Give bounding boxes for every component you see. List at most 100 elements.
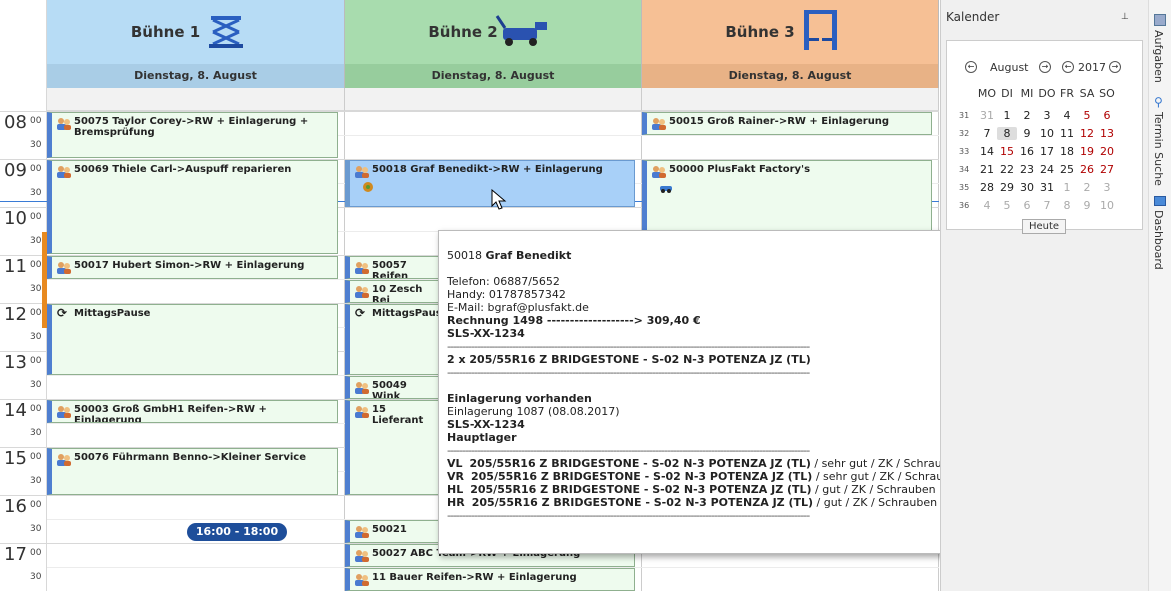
calendar-day[interactable]: 6: [1017, 199, 1037, 212]
appointment[interactable]: 50057 Reifen: [345, 256, 440, 279]
minute-label: 00: [30, 452, 42, 462]
column-header-buehne-3[interactable]: Bühne 3 Dienstag, 8. August: [642, 0, 939, 88]
minute-label: 00: [30, 308, 42, 318]
calendar-day[interactable]: 13: [1097, 127, 1117, 140]
half-hour-label: 30: [30, 428, 42, 438]
calendar-day[interactable]: 20: [1097, 145, 1117, 158]
appointment[interactable]: ⟳ MittagsPause: [47, 304, 338, 375]
calendar-day[interactable]: 10: [1097, 199, 1117, 212]
wheel-info: / gut / ZK / Schrauben: [811, 483, 936, 496]
tab-dashboard[interactable]: Dashboard: [1152, 210, 1165, 270]
search-icon: ⚲: [1154, 95, 1163, 109]
calendar-day[interactable]: 3: [1097, 181, 1117, 194]
person-icon: [651, 117, 666, 130]
column-date: Dienstag, 8. August: [47, 64, 344, 88]
calendar-day[interactable]: 24: [1037, 163, 1057, 176]
calendar-day[interactable]: 12: [1077, 127, 1097, 140]
calendar-day[interactable]: 10: [1037, 127, 1057, 140]
column-header-buehne-2[interactable]: Bühne 2 Dienstag, 8. August: [345, 0, 642, 88]
calendar-day[interactable]: 16: [1017, 145, 1037, 158]
wheel-tire: 205/55R16 Z BRIDGESTONE - S-02 N-3 POTEN…: [470, 483, 812, 496]
car-icon: [659, 183, 673, 193]
calendar-day[interactable]: 8: [1057, 199, 1077, 212]
calendar-day[interactable]: 19: [1077, 145, 1097, 158]
person-icon: [56, 261, 71, 274]
calendar-day[interactable]: 2: [1077, 181, 1097, 194]
appointment[interactable]: 50069 Thiele Carl->Auspuff reparieren: [47, 160, 338, 254]
calendar-day[interactable]: 4: [977, 199, 997, 212]
appointment[interactable]: 50075 Taylor Corey->RW + Einlagerung + B…: [47, 112, 338, 158]
appointment[interactable]: 10 Zesch Rei: [345, 280, 440, 303]
weekday-header: MO: [977, 87, 997, 100]
calendar-day[interactable]: 2: [1017, 109, 1037, 122]
person-icon: [354, 285, 369, 298]
calendar-panel-title: Kalender: [946, 10, 1000, 24]
wheel-tire: 205/55R16 Z BRIDGESTONE - S-02 N-3 POTEN…: [470, 470, 813, 483]
calendar-day[interactable]: 5: [997, 199, 1017, 212]
calendar-day[interactable]: 28: [977, 181, 997, 194]
calendar-day[interactable]: 6: [1097, 109, 1117, 122]
calendar-day[interactable]: 11: [1057, 127, 1077, 140]
person-icon: [354, 525, 369, 538]
prev-month-button[interactable]: ←: [965, 61, 977, 73]
today-button[interactable]: Heute: [1022, 219, 1066, 234]
next-year-button[interactable]: →: [1109, 61, 1121, 73]
calendar-day[interactable]: 18: [1057, 145, 1077, 158]
appointment[interactable]: 50076 Führmann Benno->Kleiner Service: [47, 448, 338, 495]
column-header-buehne-1[interactable]: Bühne 1 Dienstag, 8. August: [47, 0, 345, 88]
calendar-day[interactable]: 3: [1037, 109, 1057, 122]
calendar-day[interactable]: 5: [1077, 109, 1097, 122]
calendar-day[interactable]: 9: [1017, 127, 1037, 140]
calendar-day[interactable]: 25: [1057, 163, 1077, 176]
tab-aufgaben[interactable]: Aufgaben: [1152, 30, 1165, 83]
calendar-day[interactable]: 17: [1037, 145, 1057, 158]
appointment[interactable]: 50049 Wink: [345, 376, 440, 399]
calendar-day[interactable]: 22: [997, 163, 1017, 176]
appointment-text: 50076 Führmann Benno->Kleiner Service: [74, 452, 306, 463]
pin-icon[interactable]: ⊥: [1121, 12, 1129, 22]
week-number: 35: [959, 183, 970, 192]
calendar-day[interactable]: 31: [977, 109, 997, 122]
appointment[interactable]: 50015 Groß Rainer->RW + Einlagerung: [642, 112, 932, 135]
calendar-day[interactable]: 23: [1017, 163, 1037, 176]
next-month-button[interactable]: →: [1039, 61, 1051, 73]
calendar-day[interactable]: 9: [1077, 199, 1097, 212]
appointment-text: MittagsPause: [74, 308, 151, 319]
tab-termin-suche[interactable]: Termin Suche: [1152, 112, 1165, 186]
mouse-cursor-icon: [491, 189, 507, 210]
prev-year-button[interactable]: ←: [1062, 61, 1074, 73]
calendar-day[interactable]: 26: [1077, 163, 1097, 176]
person-icon: [56, 453, 71, 466]
hour-number: 08: [4, 112, 27, 133]
year-label[interactable]: 2017: [1078, 61, 1106, 74]
calendar-day[interactable]: 1: [997, 109, 1017, 122]
appointment-selected[interactable]: 50018 Graf Benedikt->RW + Einlagerung: [345, 160, 635, 207]
calendar-day[interactable]: 1: [1057, 181, 1077, 194]
calendar-day[interactable]: 15: [997, 145, 1017, 158]
customer-name: Graf Benedikt: [485, 249, 572, 262]
person-icon: [651, 165, 666, 178]
calendar-day[interactable]: 14: [977, 145, 997, 158]
calendar-day[interactable]: 30: [1017, 181, 1037, 194]
appointment[interactable]: ⟳ MittagsPause: [345, 304, 440, 375]
appointment[interactable]: 50003 Groß GmbH1 Reifen->RW + Einlagerun…: [47, 400, 338, 423]
calendar-day[interactable]: 21: [977, 163, 997, 176]
person-icon: [354, 405, 369, 418]
calendar-day[interactable]: 8: [997, 127, 1017, 140]
calendar-day[interactable]: 31: [1037, 181, 1057, 194]
calendar-day[interactable]: 7: [977, 127, 997, 140]
half-hour-label: 30: [30, 284, 42, 294]
person-icon: [354, 165, 369, 178]
week-number: 36: [959, 201, 970, 210]
appointment[interactable]: 50017 Hubert Simon->RW + Einlagerung: [47, 256, 338, 279]
appointment[interactable]: 50000 PlusFakt Factory's: [642, 160, 932, 231]
appointment[interactable]: 11 Bauer Reifen->RW + Einlagerung: [345, 568, 635, 591]
calendar-day[interactable]: 29: [997, 181, 1017, 194]
week-number: 34: [959, 165, 970, 174]
calendar-day[interactable]: 27: [1097, 163, 1117, 176]
month-label[interactable]: August: [990, 61, 1029, 74]
calendar-day[interactable]: 7: [1037, 199, 1057, 212]
side-tab-bar: Aufgaben ⚲ Termin Suche Dashboard: [1148, 0, 1171, 591]
appointment[interactable]: 15 Lieferant: [345, 400, 440, 495]
calendar-day[interactable]: 4: [1057, 109, 1077, 122]
